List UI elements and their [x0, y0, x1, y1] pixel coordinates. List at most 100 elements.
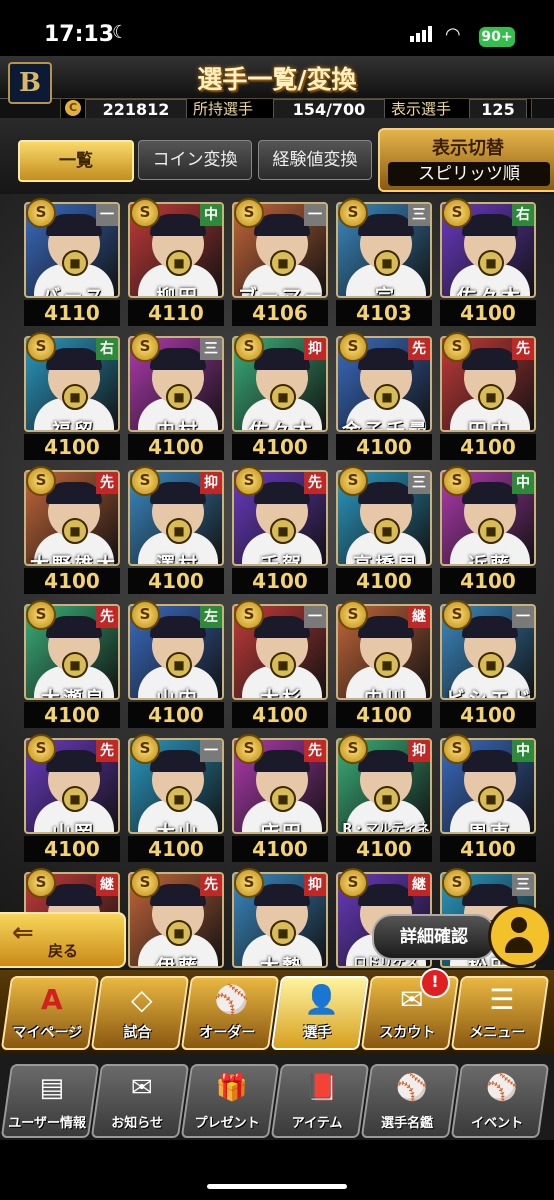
item-icon: 📕 [305, 1073, 339, 1103]
lock-icon: ■ [62, 652, 88, 678]
notices-icon: ✉ [130, 1073, 153, 1103]
event-icon: ⚾ [485, 1073, 519, 1103]
rank-icon: S [234, 868, 264, 898]
player-card[interactable]: ■ 先山岡 S 4100 [24, 734, 120, 864]
player-card[interactable]: ■抑大勢S4100 [232, 868, 328, 970]
player-name: 周東 [467, 822, 512, 834]
player-card[interactable]: ■ 右福留 S 4100 [24, 332, 120, 462]
lock-icon: ■ [166, 786, 192, 812]
position-badge: 抑 [304, 338, 326, 360]
lock-icon: ■ [62, 518, 88, 544]
player-card[interactable]: ■ 中近藤 S 4100 [440, 466, 536, 596]
player-name: 伊藤 [155, 956, 200, 968]
detail-button[interactable]: 詳細確認 [372, 914, 496, 960]
position-badge: 先 [96, 472, 118, 494]
player-card[interactable]: ■ 中周東 S 4100 [440, 734, 536, 864]
tab-coin-convert[interactable]: コイン変換 [138, 140, 252, 180]
spirits-value: 4100 [232, 836, 328, 862]
rank-icon: S [442, 734, 472, 764]
nav-label: 選手 [303, 1025, 332, 1041]
position-badge: 三 [408, 204, 430, 226]
player-card[interactable]: ■ 抑 R・マルティネス S 4100 [336, 734, 432, 864]
nav-label: 選手名鑑 [381, 1116, 434, 1131]
position-badge: 中 [200, 204, 222, 226]
nav-label: プレゼント [194, 1116, 260, 1131]
sort-order-value: スピリッツ順 [388, 162, 550, 186]
nav-players-button[interactable]: 👤 選手 [270, 976, 370, 1050]
player-card[interactable]: ■ 右佐々木 S 4100 [440, 198, 536, 328]
lock-icon: ■ [374, 518, 400, 544]
nav-user-info-button[interactable]: ▤ ユーザー情報 [0, 1064, 100, 1138]
position-badge: 先 [408, 338, 430, 360]
nav-player-book-button[interactable]: ⚾ 選手名鑑 [360, 1064, 460, 1138]
player-detail-icon[interactable] [488, 904, 552, 968]
player-card[interactable]: ■ 左山内 S 4100 [128, 600, 224, 730]
player-card[interactable]: ■ 一バース S 4110 [24, 198, 120, 328]
nav-label: メニュー [469, 1025, 526, 1041]
player-name: 佐々木 [456, 286, 523, 298]
nav-game-button[interactable]: ◇ 試合 [90, 976, 190, 1050]
lock-icon: ■ [166, 920, 192, 946]
lock-icon: ■ [478, 384, 504, 410]
nav-menu-button[interactable]: ☰ メニュー [450, 976, 550, 1050]
player-card[interactable]: ■ 抑佐々木 S 4100 [232, 332, 328, 462]
player-name: 近藤 [467, 554, 512, 566]
player-card[interactable]: ■ 中柳田 S 4110 [128, 198, 224, 328]
spirits-value: 4100 [24, 702, 120, 728]
rank-icon: S [338, 600, 368, 630]
nav-label: イベント [471, 1116, 524, 1131]
nav-event-button[interactable]: ⚾ イベント [450, 1064, 550, 1138]
rank-icon: S [442, 868, 472, 898]
tab-list[interactable]: 一覧 [18, 140, 134, 182]
player-card[interactable]: ■ 継中川 S 4100 [336, 600, 432, 730]
position-badge: 継 [408, 606, 430, 628]
player-card[interactable]: ■ 三宗 S 4103 [336, 198, 432, 328]
player-name: 中川 [363, 688, 408, 700]
player-card[interactable]: ■ 一大山 S 4100 [128, 734, 224, 864]
lock-icon: ■ [374, 250, 400, 276]
player-card[interactable]: ■ 先大瀬良 S 4100 [24, 600, 120, 730]
home-indicator-bar [0, 1140, 554, 1200]
display-switch-button[interactable]: 表示切替 スピリッツ順 [378, 128, 554, 192]
rank-icon: S [338, 198, 368, 228]
player-card[interactable]: ■ 三中村 S 4100 [128, 332, 224, 462]
nav-order-button[interactable]: ⚾ オーダー [180, 976, 280, 1050]
rank-icon: S [26, 734, 56, 764]
position-badge: 先 [200, 874, 222, 896]
player-name: 佐々木 [248, 420, 315, 432]
player-card[interactable]: ■ 先床田 S 4100 [232, 734, 328, 864]
player-card[interactable]: ■ 先大野雄大 S 4100 [24, 466, 120, 596]
player-card[interactable]: ■ 先金子千尋 S 4100 [336, 332, 432, 462]
player-card[interactable]: ■ 三高橋周 S 4100 [336, 466, 432, 596]
position-badge: 先 [96, 740, 118, 762]
back-button[interactable]: ⇐ 戻る [0, 912, 126, 968]
player-card[interactable]: ■ 抑澤村 S 4100 [128, 466, 224, 596]
player-name: ブーマー [237, 286, 326, 298]
position-badge: 一 [96, 204, 118, 226]
tab-exp-convert[interactable]: 経験値変換 [258, 140, 372, 180]
order-icon: ⚾ [214, 983, 250, 1016]
player-card[interactable]: ■ 先田中 S 4100 [440, 332, 536, 462]
player-card[interactable]: ■ 一ビシエド S 4100 [440, 600, 536, 730]
nav-notices-button[interactable]: ✉ お知らせ [90, 1064, 190, 1138]
lock-icon: ■ [478, 652, 504, 678]
rank-icon: S [338, 332, 368, 362]
nav-present-button[interactable]: 🎁 プレゼント [180, 1064, 280, 1138]
lock-icon: ■ [62, 384, 88, 410]
player-card[interactable]: ■ 一大杉 S 4100 [232, 600, 328, 730]
player-name: 福留 [51, 420, 96, 432]
nav-item-button[interactable]: 📕 アイテム [270, 1064, 370, 1138]
lock-icon: ■ [270, 518, 296, 544]
position-badge: 中 [512, 740, 534, 762]
position-badge: 一 [200, 740, 222, 762]
rank-icon: S [130, 600, 160, 630]
player-card[interactable]: ■ 先千賀 S 4100 [232, 466, 328, 596]
spirits-value: 4110 [128, 300, 224, 326]
rank-icon: S [338, 734, 368, 764]
player-card[interactable]: ■ 一ブーマー S 4106 [232, 198, 328, 328]
rank-icon: S [234, 466, 264, 496]
nav-mypage-button[interactable]: A マイページ [0, 976, 100, 1050]
position-badge: 一 [512, 606, 534, 628]
lock-icon: ■ [478, 250, 504, 276]
player-card[interactable]: ■先伊藤S4100 [128, 868, 224, 970]
